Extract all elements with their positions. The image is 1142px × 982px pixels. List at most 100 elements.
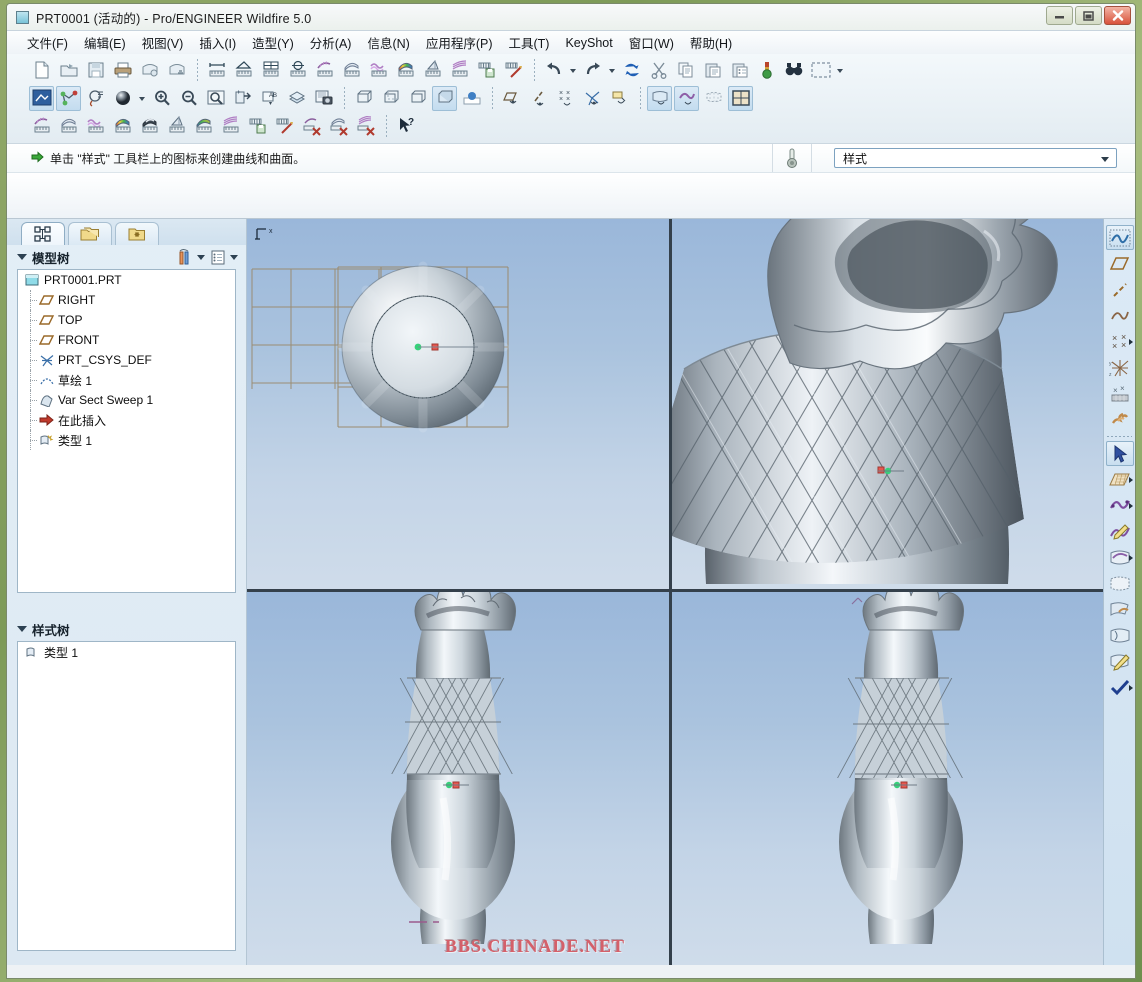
surface-del-icon[interactable] [326,114,351,139]
collapse-caret-icon[interactable] [17,254,27,260]
surface-analysis-icon[interactable] [339,58,364,83]
viewport-iso-view[interactable] [672,592,1103,965]
undo-icon[interactable] [541,58,566,83]
menu-window[interactable]: 窗口(W) [621,31,682,54]
tree-settings-icon[interactable] [209,249,238,266]
zoom-in-icon[interactable] [149,86,174,111]
grid-display-icon[interactable] [728,85,753,111]
draft2-icon[interactable] [164,114,189,139]
print-icon[interactable] [110,58,135,83]
point-cloud-icon[interactable]: × × [1106,381,1134,406]
shaded-edges-icon[interactable] [459,86,484,111]
menu-analysis[interactable]: 分析(A) [302,31,360,54]
no-hidden-icon[interactable] [405,86,430,111]
open-folder-icon[interactable] [56,58,81,83]
plane-display-icon[interactable] [499,86,524,111]
undo-dropdown[interactable] [568,59,577,81]
style-tree-list[interactable]: 类型 1 [17,641,236,951]
shaded-curvature2-icon[interactable] [110,114,135,139]
repaint-icon[interactable] [29,85,54,111]
style-curve-active-icon[interactable] [1105,225,1134,250]
menu-file[interactable]: 文件(F) [19,31,76,54]
draft-analysis-icon[interactable] [420,58,445,83]
select-box-icon[interactable] [808,58,833,83]
tab-folder-browser[interactable] [68,222,112,245]
tree-row-sweep[interactable]: Var Sect Sweep 1 [18,390,235,410]
surface-edit-icon[interactable] [1106,649,1134,674]
shaded-curvature-icon[interactable] [393,58,418,83]
find-icon[interactable] [781,58,806,83]
layers-icon[interactable] [284,86,309,111]
measure-distance-icon[interactable] [204,58,229,83]
curve-del-icon[interactable] [299,114,324,139]
curvature2-icon[interactable] [83,114,108,139]
surface-trim-icon[interactable] [1106,571,1134,596]
cut-icon[interactable] [646,58,671,83]
link-icon[interactable] [164,58,189,83]
measure-angle-icon[interactable] [231,58,256,83]
set-active-plane-icon[interactable] [1106,251,1134,276]
menu-applications[interactable]: 应用程序(P) [418,31,501,54]
accept-check-icon[interactable] [1106,675,1134,700]
tab-favorites[interactable] [115,222,159,245]
hidden-line-icon[interactable] [378,86,403,111]
spin-center-icon[interactable] [83,86,108,111]
paste-special-icon[interactable] [727,58,752,83]
tree-row-style[interactable]: 类型 1 [18,430,235,450]
drop-curve-icon[interactable] [1106,467,1134,492]
redo-dropdown[interactable] [607,59,616,81]
save-analysis2-icon[interactable] [245,114,270,139]
measure-diameter-icon[interactable] [285,58,310,83]
reflection-icon[interactable] [137,114,162,139]
regenerate-icon[interactable] [619,58,644,83]
minimize-button[interactable] [1046,6,1073,25]
surface-analysis2-icon[interactable] [56,114,81,139]
edit-curve-icon[interactable] [1106,493,1134,518]
section-del-icon[interactable] [353,114,378,139]
viewport-detail-view[interactable] [672,219,1103,589]
menu-style[interactable]: 造型(Y) [244,31,302,54]
create-csys-icon[interactable]: yz [1106,355,1134,380]
style-mode-select[interactable]: 样式 [834,148,1117,168]
zoom-out-icon[interactable] [176,86,201,111]
new-file-icon[interactable] [29,58,54,83]
create-curve-icon[interactable] [1106,303,1134,328]
surface-create-icon[interactable] [647,85,672,111]
help-arrow-icon[interactable]: ? [393,114,418,139]
create-line-icon[interactable] [1106,277,1134,302]
mail-icon[interactable] [137,58,162,83]
point-display-icon[interactable]: × × × × [553,86,578,111]
note-display-icon[interactable] [607,86,632,111]
create-points-icon[interactable]: × × × × [1106,329,1134,354]
maximize-button[interactable] [1075,6,1102,25]
tree-row-top[interactable]: TOP [18,310,235,330]
axis-display-icon[interactable] [526,86,551,111]
tree-filters-icon[interactable] [176,248,205,266]
graphics-area[interactable]: x BBS.CHINADE.NET [247,219,1103,965]
curve-create-icon[interactable] [674,85,699,111]
section-analysis-icon[interactable] [447,58,472,83]
refit-icon[interactable] [203,86,228,111]
surface-offset-icon[interactable] [1106,623,1134,648]
viewport-top-view[interactable]: x [247,219,669,589]
curve-edit-pen-icon[interactable] [1106,519,1134,544]
select-arrow-icon[interactable] [1105,441,1134,466]
curve-analysis-icon[interactable] [312,58,337,83]
delete-analysis2-icon[interactable] [272,114,297,139]
copy-icon[interactable] [673,58,698,83]
menu-tools[interactable]: 工具(T) [501,31,558,54]
chain-connect-icon[interactable] [1106,407,1134,432]
tree-row-sketch[interactable]: 草绘 1 [18,370,235,390]
shaded-icon[interactable] [432,85,457,111]
menu-insert[interactable]: 插入(I) [191,31,244,54]
gaussian-icon[interactable] [191,114,216,139]
shading-dropdown[interactable] [137,87,146,109]
curve-analysis2-icon[interactable] [29,114,54,139]
mesh-display-icon[interactable] [701,86,726,111]
save-analysis-icon[interactable] [474,58,499,83]
delete-analysis-icon[interactable] [501,58,526,83]
tree-row-right[interactable]: RIGHT [18,290,235,310]
measure-area-icon[interactable] [258,58,283,83]
annotation-icon[interactable]: AB [257,86,282,111]
section2-icon[interactable] [218,114,243,139]
